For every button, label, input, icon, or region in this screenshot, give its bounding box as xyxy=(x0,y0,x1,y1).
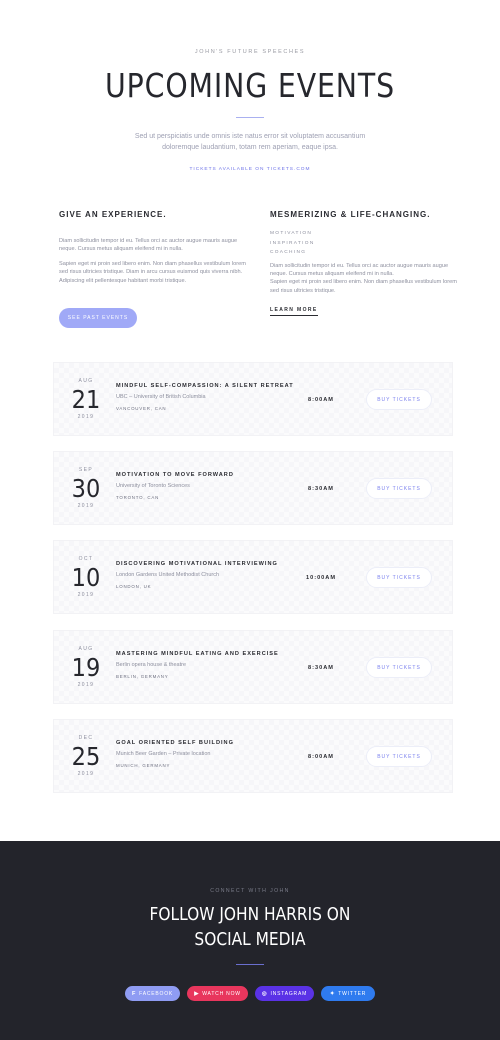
tag-item: MOTIVATION xyxy=(270,231,313,236)
tag-list: MOTIVATION INSPIRATION COACHING xyxy=(270,229,460,258)
footer-kicker: CONNECT WITH JOHN xyxy=(210,888,290,894)
instagram-button[interactable]: ◎ INSTAGRAM xyxy=(255,986,314,1001)
event-year: 2019 xyxy=(77,771,95,777)
event-venue: Berlin opera house & theatre xyxy=(116,662,187,668)
buy-tickets-button[interactable]: BUY TICKETS xyxy=(366,478,432,499)
event-location: BERLIN, GERMANY xyxy=(116,674,169,679)
event-date: AUG 19 2019 xyxy=(64,631,108,705)
event-location: TORONTO, CAN xyxy=(116,495,160,500)
event-month: AUG xyxy=(78,646,94,652)
event-date: DEC 25 2019 xyxy=(64,720,108,794)
event-time: 8:30AM xyxy=(308,486,334,492)
event-month: SEP xyxy=(78,467,94,473)
event-year: 2019 xyxy=(77,682,95,688)
instagram-icon: ◎ xyxy=(261,990,268,997)
event-info: GOAL ORIENTED SELF BUILDING Munich Beer … xyxy=(116,740,306,768)
tickets-link[interactable]: TICKETS AVAILABLE ON TICKETS.COM xyxy=(0,167,500,172)
hero-section: JOHN'S FUTURE SPEECHES UPCOMING EVENTS S… xyxy=(0,0,500,190)
twitter-button[interactable]: ✦ TWITTER xyxy=(321,986,375,1001)
event-time: 8:30AM xyxy=(308,665,334,671)
event-info: MINDFUL SELF-COMPASSION: A SILENT RETREA… xyxy=(116,383,306,411)
event-location: MUNICH, GERMANY xyxy=(116,763,171,768)
event-venue: Munich Beer Garden – Private location xyxy=(116,751,211,757)
event-location: LONDON, UK xyxy=(116,584,152,589)
tag-item: INSPIRATION xyxy=(270,240,315,246)
event-card: DEC 25 2019 GOAL ORIENTED SELF BUILDING … xyxy=(53,719,453,793)
hero-description: Sed ut perspiciatis unde omnis iste natu… xyxy=(134,133,366,151)
footer-title: FOLLOW JOHN HARRIS ON SOCIAL MEDIA xyxy=(118,903,382,953)
learn-more-link[interactable]: LEARN MORE xyxy=(270,307,318,317)
mesmerizing-column: MESMERIZING & LIFE-CHANGING. MOTIVATION … xyxy=(270,210,460,317)
footer-title-line-1: FOLLOW JOHN HARRIS ON xyxy=(149,905,351,925)
event-venue: University of Toronto Sciences xyxy=(116,483,190,489)
event-date: AUG 21 2019 xyxy=(64,363,108,437)
watch-now-button[interactable]: ▶ WATCH NOW xyxy=(187,986,248,1001)
tag-item: COACHING xyxy=(270,250,307,255)
social-footer: CONNECT WITH JOHN FOLLOW JOHN HARRIS ON … xyxy=(0,841,500,1040)
facebook-button[interactable]: f FACEBOOK xyxy=(125,986,180,1001)
event-info: DISCOVERING MOTIVATIONAL INTERVIEWING Lo… xyxy=(116,561,306,589)
event-date: SEP 30 2019 xyxy=(64,452,108,526)
event-month: DEC xyxy=(78,735,94,741)
event-time: 8:00AM xyxy=(308,754,334,760)
buy-tickets-button[interactable]: BUY TICKETS xyxy=(366,389,432,410)
twitter-icon: ✦ xyxy=(329,990,336,997)
event-time: 10:00AM xyxy=(305,575,336,581)
event-info: MOTIVATION TO MOVE FORWARD University of… xyxy=(116,472,306,500)
event-title: DISCOVERING MOTIVATIONAL INTERVIEWING xyxy=(116,561,278,567)
event-year: 2019 xyxy=(77,414,95,420)
experience-paragraph-1: Diam sollicitudin tempor id eu. Tellus o… xyxy=(59,238,238,253)
event-location: VANCOUVER, CAN xyxy=(116,406,167,411)
event-day: 25 xyxy=(71,742,101,771)
experience-paragraph-2: Sapien eget mi proin sed libero enim. No… xyxy=(59,260,246,284)
event-title: MASTERING MINDFUL EATING AND EXERCISE xyxy=(116,651,279,657)
event-card: AUG 21 2019 MINDFUL SELF-COMPASSION: A S… xyxy=(53,362,453,436)
facebook-label: FACEBOOK xyxy=(139,990,174,997)
buy-tickets-button[interactable]: BUY TICKETS xyxy=(366,657,432,678)
event-day: 30 xyxy=(71,474,101,503)
footer-divider xyxy=(236,964,264,965)
event-venue: UBC – University of British Columbia xyxy=(116,394,206,400)
mesmerizing-paragraph-2: Sapien eget mi proin sed libero enim. No… xyxy=(270,279,457,294)
event-month: OCT xyxy=(78,556,94,562)
mesmerizing-title: MESMERIZING & LIFE-CHANGING. xyxy=(270,210,431,219)
title-divider xyxy=(236,117,264,118)
event-day: 21 xyxy=(71,385,101,414)
event-card: AUG 19 2019 MASTERING MINDFUL EATING AND… xyxy=(53,630,453,704)
event-venue: London Gardens United Methodist Church xyxy=(116,572,220,578)
event-title: MOTIVATION TO MOVE FORWARD xyxy=(116,472,234,478)
event-date: OCT 10 2019 xyxy=(64,541,108,615)
event-year: 2019 xyxy=(77,592,95,598)
event-day: 10 xyxy=(71,563,101,592)
buy-tickets-button[interactable]: BUY TICKETS xyxy=(366,746,432,767)
event-day: 19 xyxy=(71,653,101,682)
event-time: 8:00AM xyxy=(308,397,334,403)
youtube-icon: ▶ xyxy=(194,990,200,997)
event-title: GOAL ORIENTED SELF BUILDING xyxy=(116,740,234,746)
footer-title-line-2: SOCIAL MEDIA xyxy=(194,930,306,950)
facebook-icon: f xyxy=(131,990,137,997)
see-past-events-button[interactable]: SEE PAST EVENTS xyxy=(59,308,137,328)
social-buttons: f FACEBOOK ▶ WATCH NOW ◎ INSTAGRAM ✦ TWI… xyxy=(0,986,500,1001)
event-card: OCT 10 2019 DISCOVERING MOTIVATIONAL INT… xyxy=(53,540,453,614)
instagram-label: INSTAGRAM xyxy=(270,990,308,997)
event-info: MASTERING MINDFUL EATING AND EXERCISE Be… xyxy=(116,651,306,679)
event-year: 2019 xyxy=(77,503,95,509)
event-card: SEP 30 2019 MOTIVATION TO MOVE FORWARD U… xyxy=(53,451,453,525)
twitter-label: TWITTER xyxy=(338,990,367,997)
hero-kicker: JOHN'S FUTURE SPEECHES xyxy=(194,49,306,55)
mesmerizing-paragraph-1: Diam sollicitudin tempor id eu. Tellus o… xyxy=(270,262,449,277)
event-title: MINDFUL SELF-COMPASSION: A SILENT RETREA… xyxy=(116,383,294,389)
page-title: UPCOMING EVENTS xyxy=(105,66,395,105)
watch-now-label: WATCH NOW xyxy=(202,990,241,997)
buy-tickets-button[interactable]: BUY TICKETS xyxy=(366,567,432,588)
experience-title: GIVE AN EXPERIENCE. xyxy=(59,210,167,219)
experience-column: GIVE AN EXPERIENCE. Diam sollicitudin te… xyxy=(59,210,249,285)
event-month: AUG xyxy=(78,378,94,384)
